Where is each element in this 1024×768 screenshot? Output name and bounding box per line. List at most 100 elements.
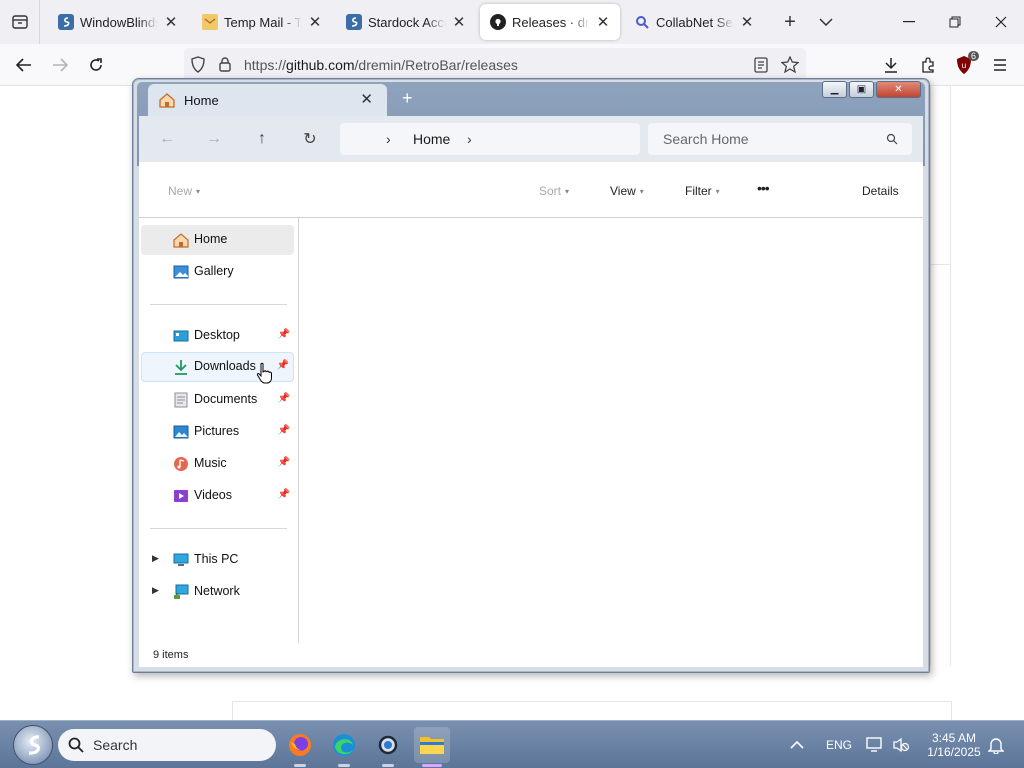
app-menu-button[interactable] xyxy=(985,50,1015,80)
nav-item-music[interactable]: Music 📌 xyxy=(141,449,294,479)
breadcrumb[interactable]: › Home › xyxy=(340,123,640,155)
close-tab-icon[interactable]: ✕ xyxy=(164,13,178,31)
nav-item-videos[interactable]: Videos 📌 xyxy=(141,481,294,511)
clock-time: 3:45 AM xyxy=(931,731,977,745)
chevron-down-icon: ▾ xyxy=(196,186,201,196)
arrow-left-icon xyxy=(16,58,31,72)
explorer-minimize-button[interactable]: ▁ xyxy=(822,81,847,98)
close-tab-icon[interactable]: ✕ xyxy=(360,90,373,108)
status-bar-item-count: 9 items xyxy=(153,649,189,661)
taskbar-firefox[interactable] xyxy=(282,727,318,767)
network-tray-button[interactable] xyxy=(866,721,884,768)
maximize-button[interactable] xyxy=(932,0,978,44)
edge-icon xyxy=(333,734,355,756)
chevron-right-icon[interactable]: › xyxy=(467,131,472,147)
temp-mail-icon xyxy=(202,14,218,30)
notifications-button[interactable] xyxy=(988,721,1004,768)
nav-item-network[interactable]: ▶ Network xyxy=(141,577,294,607)
language-indicator[interactable]: ENG xyxy=(826,721,852,768)
list-all-tabs-button[interactable] xyxy=(816,18,836,26)
nav-item-desktop[interactable]: Desktop 📌 xyxy=(141,321,294,351)
search-icon xyxy=(68,737,84,753)
search-icon xyxy=(886,133,898,145)
nav-item-this-pc[interactable]: ▶ This PC xyxy=(141,545,294,575)
forward-button[interactable] xyxy=(45,50,75,80)
filter-button[interactable]: Filter ▾ xyxy=(685,184,720,198)
stardock-icon xyxy=(58,14,74,30)
view-button[interactable]: View ▾ xyxy=(610,184,644,198)
clock[interactable]: 3:45 AM 1/16/2025 xyxy=(922,721,986,768)
close-tab-icon[interactable]: ✕ xyxy=(452,13,466,31)
extensions-button[interactable] xyxy=(913,50,943,80)
downloads-button[interactable] xyxy=(876,50,906,80)
breadcrumb-home[interactable]: Home xyxy=(413,131,450,147)
explorer-forward-button[interactable]: → xyxy=(200,126,228,152)
nav-item-pictures[interactable]: Pictures 📌 xyxy=(141,417,294,447)
browser-tab[interactable]: Stardock Accour ✕ xyxy=(336,4,476,40)
url-text: https://github.com/dremin/RetroBar/relea… xyxy=(244,57,518,73)
hamburger-menu-icon xyxy=(994,59,1006,71)
close-tab-icon[interactable]: ✕ xyxy=(308,13,322,31)
monitor-network-icon xyxy=(866,737,882,752)
chevron-down-icon: ▾ xyxy=(715,186,720,196)
taskbar-file-explorer[interactable] xyxy=(414,727,450,767)
nav-item-documents[interactable]: Documents 📌 xyxy=(141,385,294,415)
start-button[interactable] xyxy=(13,725,53,765)
refresh-icon: ↻ xyxy=(303,131,317,148)
navigation-pane-divider[interactable] xyxy=(298,218,299,643)
minimize-button[interactable] xyxy=(886,0,932,44)
chevron-down-icon: ▾ xyxy=(639,186,644,196)
nav-item-home[interactable]: Home xyxy=(141,225,294,255)
explorer-maximize-button[interactable]: ▣ xyxy=(849,81,874,98)
explorer-tab-home[interactable]: Home ✕ xyxy=(148,84,387,116)
explorer-new-tab-button[interactable]: + xyxy=(402,88,413,109)
explorer-close-button[interactable]: ✕ xyxy=(876,81,921,98)
shield-icon xyxy=(191,56,205,73)
taskbar-edge[interactable] xyxy=(326,727,362,767)
browser-tab[interactable]: CollabNet SearX ✕ xyxy=(624,4,764,40)
browser-tab[interactable]: Temp Mail - Ter ✕ xyxy=(192,4,332,40)
taskbar-search-input[interactable]: Search xyxy=(58,729,276,761)
new-button[interactable]: New ▾ xyxy=(168,184,200,198)
lock-icon xyxy=(219,57,231,72)
back-button[interactable] xyxy=(9,50,39,80)
expand-arrow-icon[interactable]: ▶ xyxy=(152,585,159,596)
reload-button[interactable] xyxy=(81,50,111,80)
nav-separator xyxy=(150,528,287,529)
running-indicator xyxy=(382,764,394,767)
explorer-back-button[interactable]: ← xyxy=(153,126,181,152)
firefox-icon xyxy=(289,734,311,756)
explorer-command-bar: New ▾ Sort ▾ View ▾ Filter ▾ ••• Details xyxy=(139,162,923,218)
bookmark-star-icon[interactable] xyxy=(781,56,799,73)
pin-icon: 📌 xyxy=(277,329,290,340)
explorer-search-input[interactable]: Search Home xyxy=(648,123,912,155)
browser-tab-active[interactable]: Releases · dremi ✕ xyxy=(480,4,620,40)
reader-view-icon[interactable] xyxy=(754,57,768,73)
page-divider xyxy=(930,264,950,265)
pin-icon: 📌 xyxy=(277,425,290,436)
nav-item-gallery[interactable]: Gallery xyxy=(141,257,294,287)
bell-icon xyxy=(988,738,1004,754)
close-window-button[interactable] xyxy=(978,0,1024,44)
new-tab-button[interactable]: + xyxy=(778,11,802,34)
close-tab-icon[interactable]: ✕ xyxy=(740,13,754,31)
pictures-icon xyxy=(173,425,189,439)
tab-list-button[interactable] xyxy=(0,0,40,44)
volume-tray-button[interactable] xyxy=(892,721,910,768)
expand-arrow-icon[interactable]: ▶ xyxy=(152,553,159,564)
close-tab-icon[interactable]: ✕ xyxy=(596,13,610,31)
sort-button[interactable]: Sort ▾ xyxy=(539,184,569,198)
arrow-right-icon: → xyxy=(206,130,222,147)
show-hidden-icons-button[interactable] xyxy=(790,721,804,768)
explorer-up-button[interactable]: ↑ xyxy=(248,126,276,152)
details-button[interactable]: Details xyxy=(862,184,899,198)
explorer-refresh-button[interactable]: ↻ xyxy=(296,126,324,152)
chevron-down-icon xyxy=(819,18,833,26)
more-options-button[interactable]: ••• xyxy=(757,180,770,196)
taskbar-app[interactable] xyxy=(370,727,406,767)
url-bar[interactable]: https://github.com/dremin/RetroBar/relea… xyxy=(184,48,806,82)
maximize-icon: ▣ xyxy=(856,84,867,95)
nav-separator xyxy=(150,304,287,305)
browser-tab[interactable]: WindowBlinds 1 ✕ xyxy=(48,4,188,40)
ublock-extension-button[interactable]: u 6 xyxy=(949,50,979,80)
